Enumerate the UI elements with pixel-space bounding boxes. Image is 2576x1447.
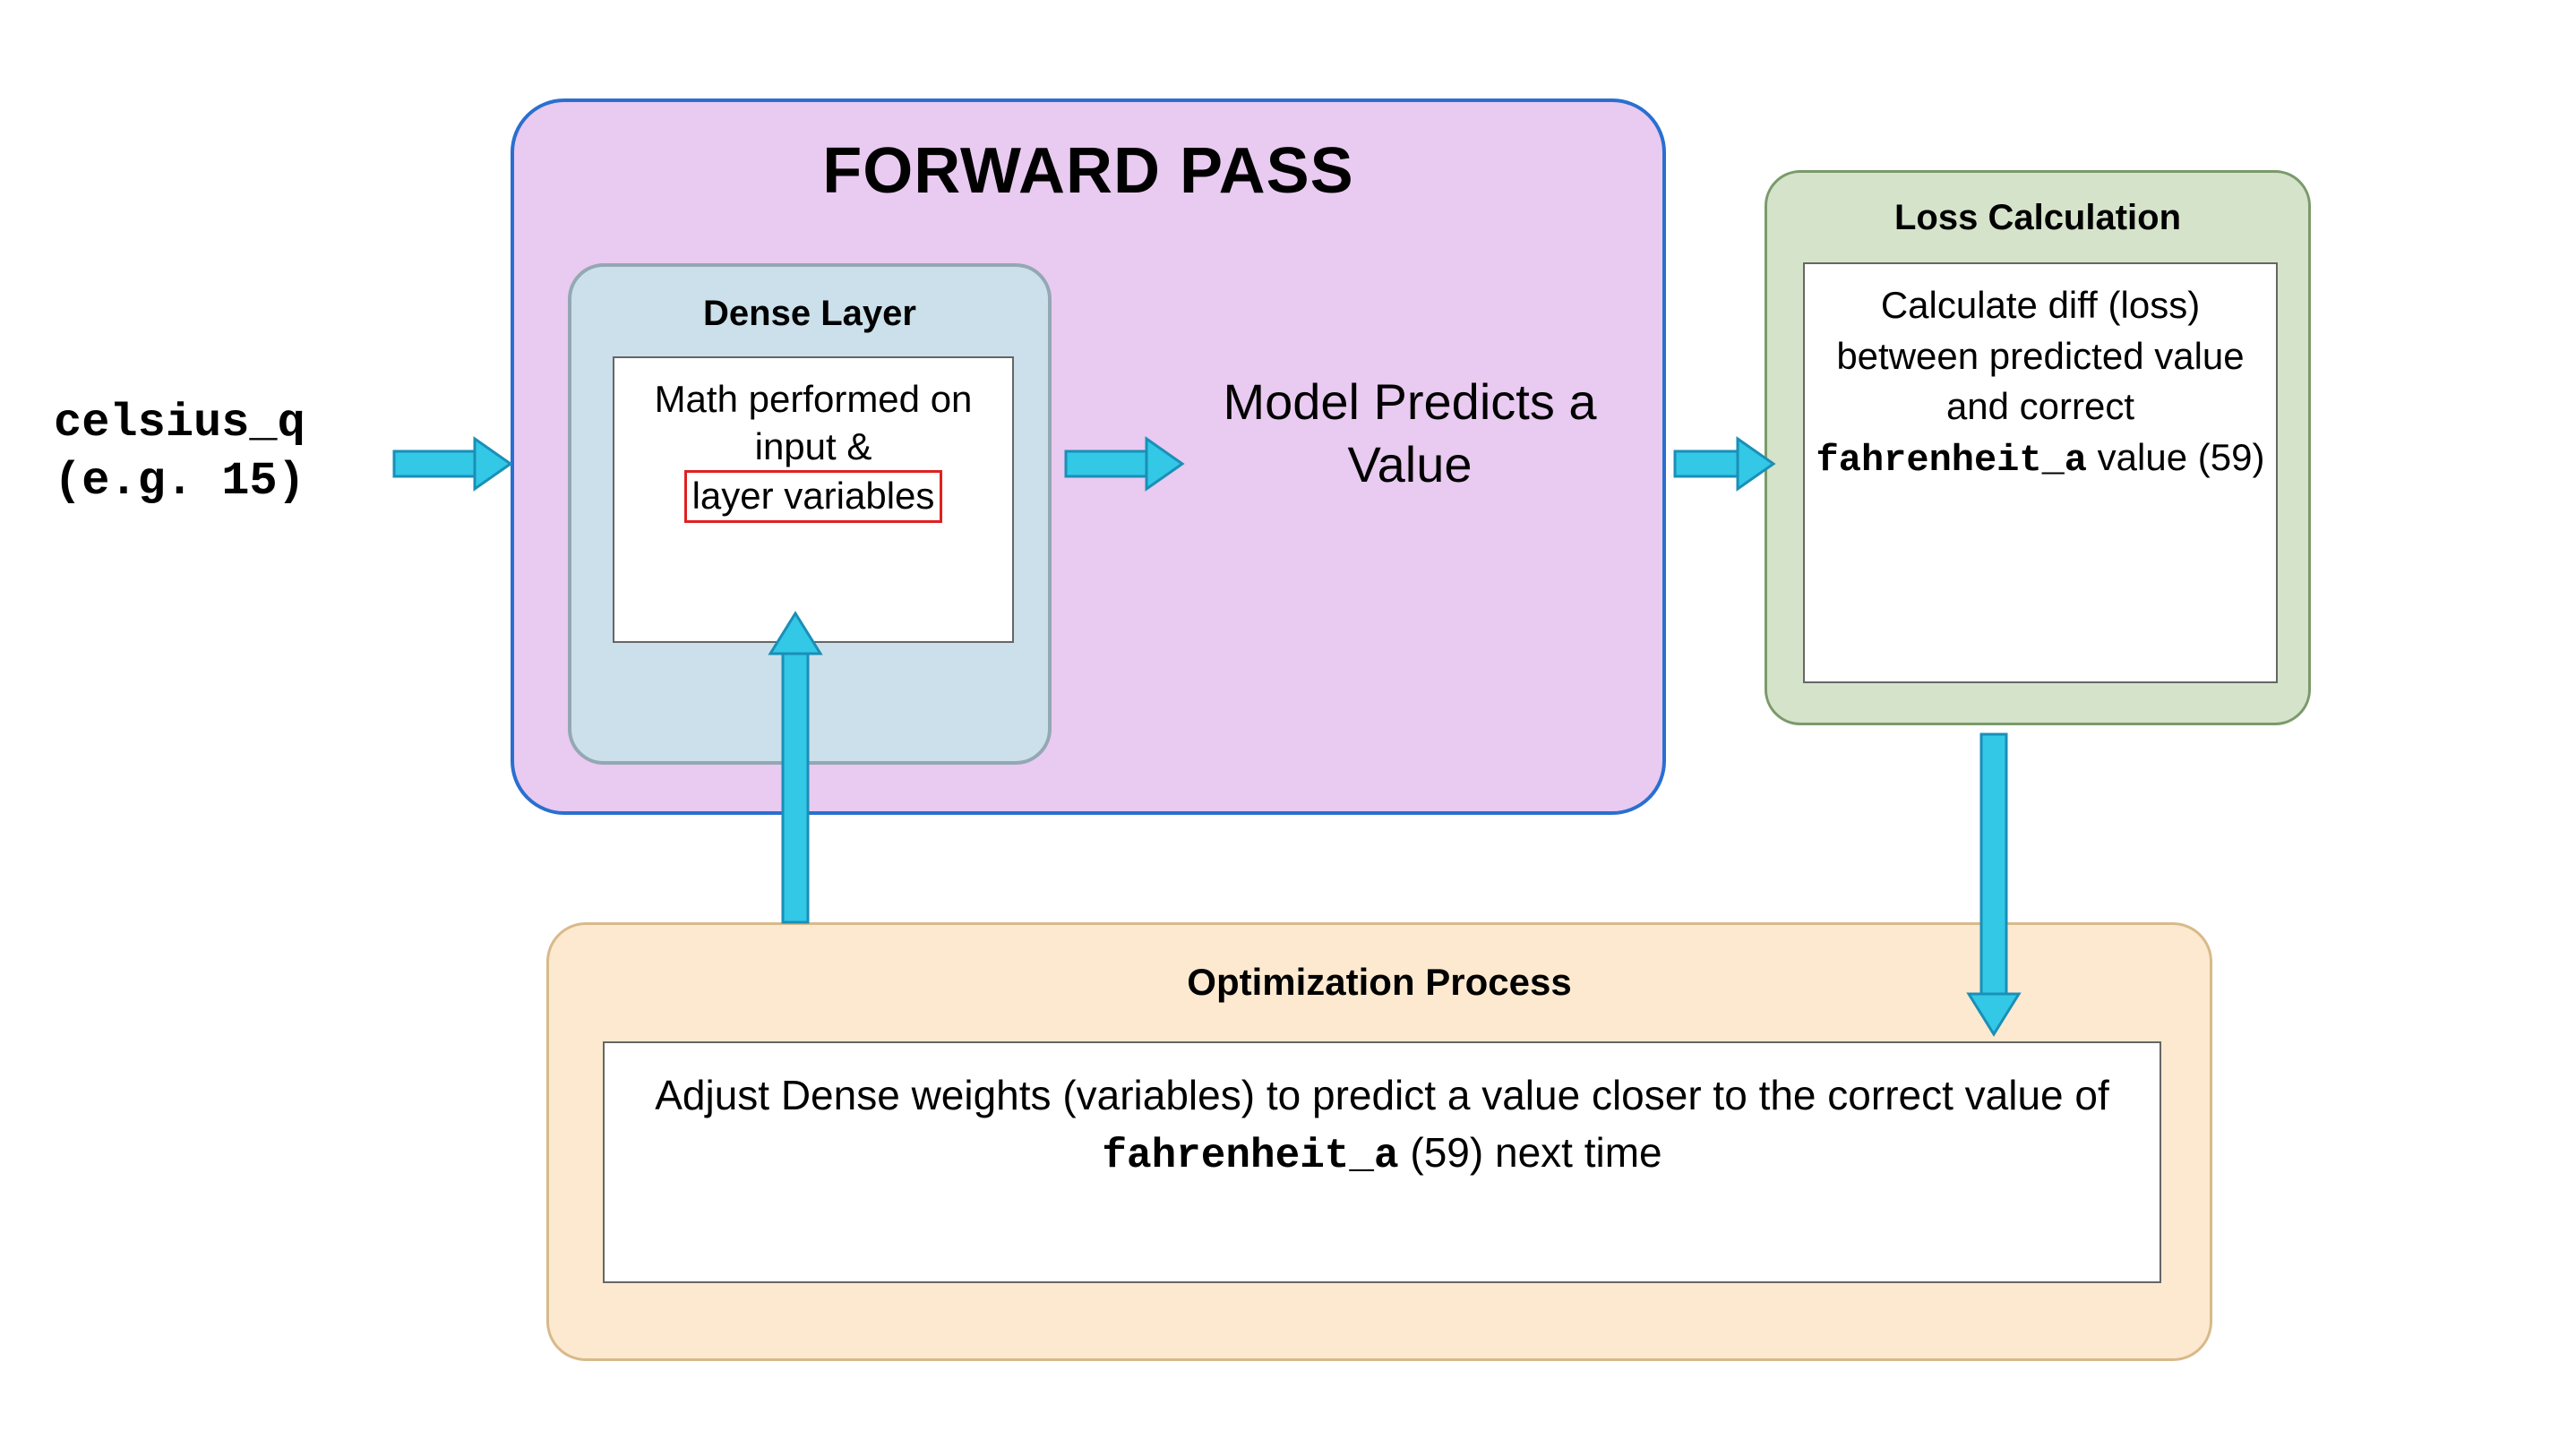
loss-text-pre: Calculate diff (loss) between predicted …	[1836, 284, 2244, 427]
layer-variables-highlight: layer variables	[684, 470, 943, 523]
dense-layer-title: Dense Layer	[571, 294, 1048, 334]
loss-text-post: value (59)	[2098, 436, 2265, 478]
input-line2: (e.g. 15)	[54, 455, 305, 508]
dense-inner-box: Math performed on input & layer variable…	[613, 356, 1014, 643]
optimization-box: Optimization Process Adjust Dense weight…	[546, 922, 2212, 1361]
forward-pass-title: FORWARD PASS	[514, 134, 1662, 208]
loss-box: Loss Calculation Calculate diff (loss) b…	[1765, 170, 2311, 725]
model-predicts-text: Model Predicts a Value	[1213, 371, 1607, 496]
opt-text-pre: Adjust Dense weights (variables) to pred…	[655, 1072, 2109, 1118]
opt-text-mono: fahrenheit_a	[1102, 1133, 1398, 1179]
loss-text-mono: fahrenheit_a	[1816, 439, 2087, 482]
optimization-inner-box: Adjust Dense weights (variables) to pred…	[603, 1041, 2161, 1283]
optimization-title: Optimization Process	[549, 961, 2210, 1004]
arrow-predict-to-loss	[1675, 439, 1773, 489]
dense-layer-box: Dense Layer Math performed on input & la…	[568, 263, 1052, 765]
loss-title: Loss Calculation	[1767, 198, 2308, 238]
diagram-canvas: celsius_q (e.g. 15) FORWARD PASS Dense L…	[0, 0, 2576, 1447]
input-line1: celsius_q	[54, 397, 305, 450]
input-label: celsius_q (e.g. 15)	[54, 394, 502, 510]
loss-inner-box: Calculate diff (loss) between predicted …	[1803, 262, 2278, 683]
forward-pass-box: FORWARD PASS Dense Layer Math performed …	[511, 98, 1666, 815]
dense-text-pre: Math performed on input &	[655, 378, 973, 467]
opt-text-post: (59) next time	[1410, 1129, 1662, 1176]
